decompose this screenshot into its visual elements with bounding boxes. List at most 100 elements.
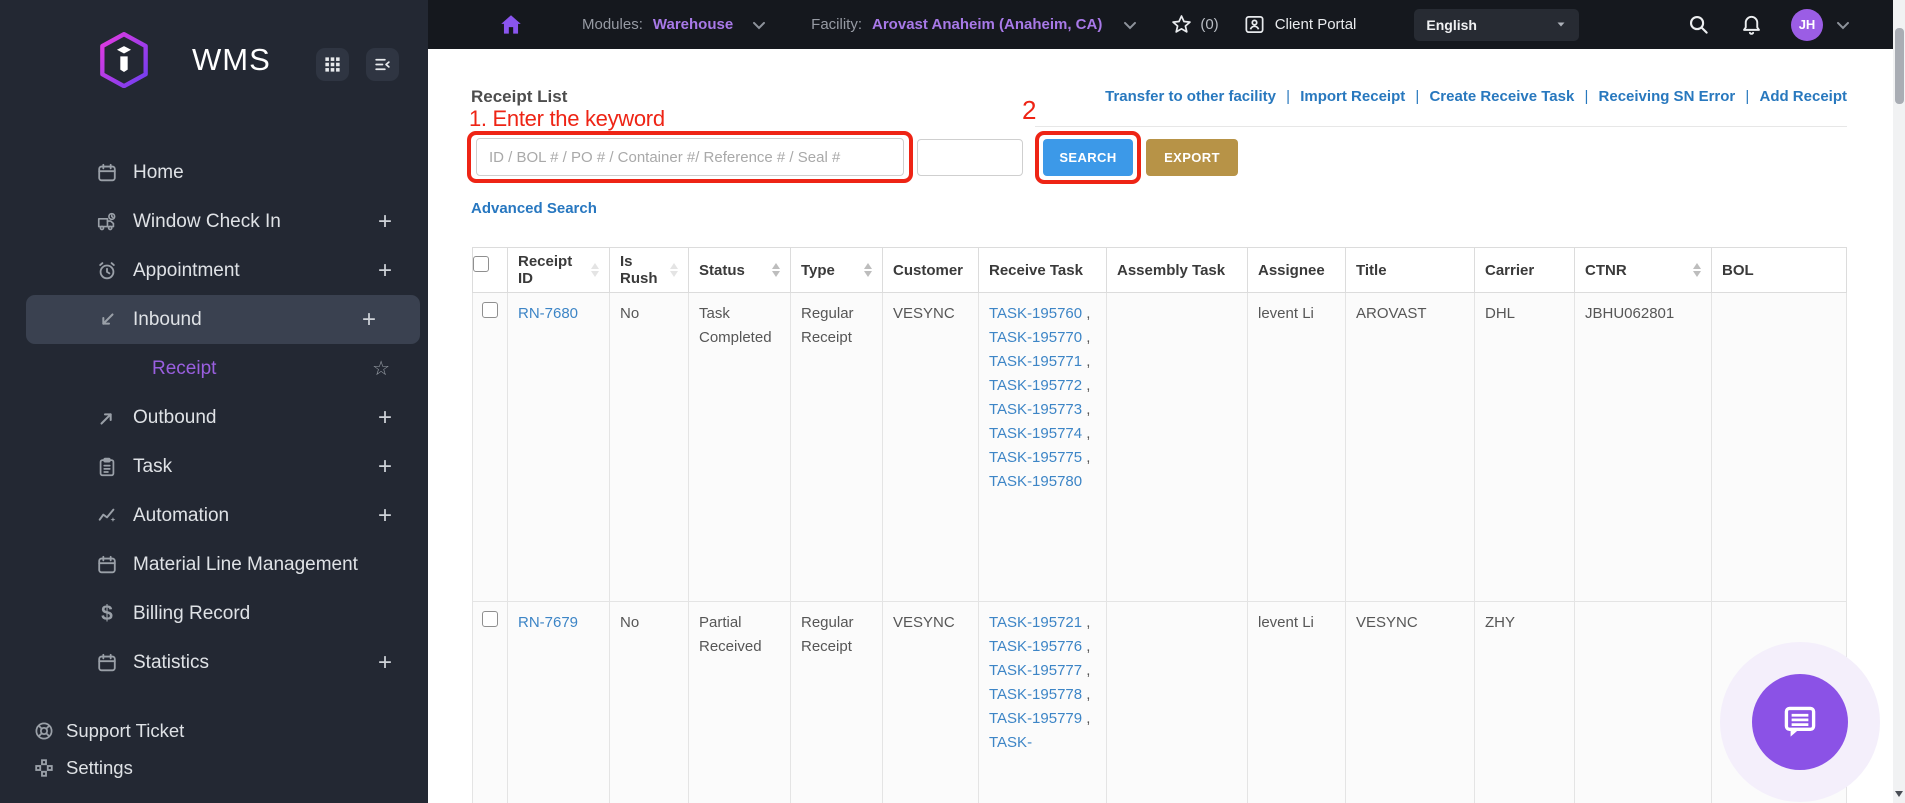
sidebar-item-window-check-in[interactable]: Window Check In + xyxy=(0,197,428,246)
sidebar-item-inbound[interactable]: Inbound + xyxy=(26,295,420,344)
column-header-ctnr[interactable]: CTNR xyxy=(1574,247,1712,293)
receive-task-link[interactable]: TASK-195772 xyxy=(989,377,1082,394)
sort-arrows-icon[interactable] xyxy=(591,263,601,277)
receive-task-link[interactable]: TASK-195760 xyxy=(989,305,1082,322)
expand-plus-icon[interactable]: + xyxy=(378,502,392,530)
modules-chevron-down-icon[interactable] xyxy=(749,15,769,35)
sort-arrows-icon[interactable] xyxy=(864,263,874,277)
column-header-status[interactable]: Status xyxy=(688,247,791,293)
sidebar-item-receipt[interactable]: Receipt ☆ xyxy=(0,344,428,393)
expand-plus-icon[interactable]: + xyxy=(378,257,392,285)
column-header-receive-task: Receive Task xyxy=(978,247,1107,293)
sidebar-item-task[interactable]: Task + xyxy=(0,442,428,491)
sidebar-item-outbound[interactable]: Outbound + xyxy=(0,393,428,442)
sidebar-item-automation[interactable]: Automation + xyxy=(0,491,428,540)
select-all-checkbox[interactable] xyxy=(473,255,489,272)
receive-task-link[interactable]: TASK-195770 xyxy=(989,329,1082,346)
favorites-star-icon[interactable] xyxy=(1170,13,1193,36)
action-link-receiving-sn-error[interactable]: Receiving SN Error xyxy=(1599,88,1736,105)
sidebar-item-label: Automation xyxy=(133,504,230,526)
task-separator: , xyxy=(1082,638,1091,655)
row-checkbox-cell xyxy=(472,601,508,803)
main-content: Receipt List 1. Enter the keyword Transf… xyxy=(428,49,1893,803)
carrier-cell: DHL xyxy=(1474,292,1575,602)
sidebar-item-support-ticket[interactable]: Support Ticket xyxy=(0,712,428,749)
search-button[interactable]: SEARCH xyxy=(1043,139,1133,176)
is-rush-cell: No xyxy=(609,601,689,803)
search-icon[interactable] xyxy=(1687,13,1710,36)
receive-task-link[interactable]: TASK-195775 xyxy=(989,449,1082,466)
home-calendar-icon xyxy=(95,161,119,185)
task-separator: , xyxy=(1082,710,1091,727)
annotation-enter-keyword: 1. Enter the keyword xyxy=(469,106,665,131)
sidebar-item-billing-record[interactable]: $ Billing Record xyxy=(0,589,428,638)
sort-arrows-icon[interactable] xyxy=(1693,263,1703,277)
scrollbar-thumb[interactable] xyxy=(1894,28,1904,104)
facility-label: Facility: xyxy=(811,16,863,33)
language-select[interactable]: English xyxy=(1414,8,1580,41)
row-checkbox-cell xyxy=(472,292,508,602)
wms-logo-icon xyxy=(98,32,150,90)
home-icon[interactable] xyxy=(498,12,524,38)
link-separator: | xyxy=(1741,88,1754,105)
action-link-create-receive-task[interactable]: Create Receive Task xyxy=(1429,88,1574,105)
expand-plus-icon[interactable]: + xyxy=(378,453,392,481)
receive-task-link[interactable]: TASK- xyxy=(989,734,1032,751)
receive-task-link[interactable]: TASK-195779 xyxy=(989,710,1082,727)
is-rush-cell: No xyxy=(609,292,689,602)
apps-grid-button[interactable] xyxy=(316,48,349,81)
user-menu-chevron-down-icon[interactable] xyxy=(1833,15,1853,35)
expand-plus-icon[interactable]: + xyxy=(378,404,392,432)
sidebar-item-appointment[interactable]: Appointment + xyxy=(0,246,428,295)
user-avatar[interactable]: JH xyxy=(1791,8,1823,41)
row-checkbox[interactable] xyxy=(482,611,498,627)
sidebar-item-label: Home xyxy=(133,161,184,183)
modules-value[interactable]: Warehouse xyxy=(653,16,733,33)
export-button[interactable]: EXPORT xyxy=(1146,139,1238,176)
facility-chevron-down-icon[interactable] xyxy=(1120,15,1140,35)
sidebar-item-statistics[interactable]: Statistics + xyxy=(0,638,428,687)
page-title: Receipt List xyxy=(471,87,568,106)
secondary-search-input[interactable] xyxy=(917,139,1023,176)
notifications-bell-icon[interactable] xyxy=(1740,13,1763,36)
receive-task-link[interactable]: TASK-195721 xyxy=(989,614,1082,631)
sort-arrows-icon[interactable] xyxy=(772,263,782,277)
advanced-search-link[interactable]: Advanced Search xyxy=(471,200,597,217)
receive-task-link[interactable]: TASK-195778 xyxy=(989,686,1082,703)
receipt-id-link[interactable]: RN-7679 xyxy=(518,614,578,631)
receive-task-link[interactable]: TASK-195777 xyxy=(989,662,1082,679)
receive-task-link[interactable]: TASK-195780 xyxy=(989,473,1082,490)
page-scrollbar[interactable] xyxy=(1893,0,1905,803)
assembly-task-cell xyxy=(1106,601,1248,803)
sidebar-item-home[interactable]: Home xyxy=(0,148,428,197)
receipt-id-link[interactable]: RN-7680 xyxy=(518,305,578,322)
expand-plus-icon[interactable]: + xyxy=(378,649,392,677)
action-link-add-receipt[interactable]: Add Receipt xyxy=(1759,88,1847,105)
client-portal-label[interactable]: Client Portal xyxy=(1275,16,1357,33)
action-link-import-receipt[interactable]: Import Receipt xyxy=(1300,88,1405,105)
expand-plus-icon[interactable]: + xyxy=(362,306,376,334)
receive-task-link[interactable]: TASK-195776 xyxy=(989,638,1082,655)
action-link-transfer-to-other-facility[interactable]: Transfer to other facility xyxy=(1105,88,1276,105)
sort-arrows-icon[interactable] xyxy=(670,263,680,277)
keyword-search-input[interactable] xyxy=(476,138,904,176)
collapse-menu-button[interactable] xyxy=(366,48,399,81)
column-label: CTNR xyxy=(1585,261,1627,279)
expand-plus-icon[interactable]: + xyxy=(378,208,392,236)
sidebar-item-material-line-management[interactable]: Material Line Management xyxy=(0,540,428,589)
chat-widget-button[interactable] xyxy=(1752,674,1848,770)
row-checkbox[interactable] xyxy=(482,302,498,318)
favorite-star-icon[interactable]: ☆ xyxy=(372,356,390,381)
bol-cell xyxy=(1711,292,1847,602)
receive-task-link[interactable]: TASK-195773 xyxy=(989,401,1082,418)
column-header-type[interactable]: Type xyxy=(790,247,883,293)
receive-task-link[interactable]: TASK-195774 xyxy=(989,425,1082,442)
column-header-receipt-id[interactable]: Receipt ID xyxy=(507,247,610,293)
sidebar-item-settings[interactable]: Settings xyxy=(0,749,428,786)
column-label: Title xyxy=(1356,261,1387,279)
receive-task-link[interactable]: TASK-195771 xyxy=(989,353,1082,370)
scrollbar-down-arrow-icon[interactable] xyxy=(1895,791,1903,797)
facility-value[interactable]: Arovast Anaheim (Anaheim, CA) xyxy=(872,16,1102,33)
column-header-is-rush[interactable]: Is Rush xyxy=(609,247,689,293)
client-portal-icon[interactable] xyxy=(1243,13,1266,36)
